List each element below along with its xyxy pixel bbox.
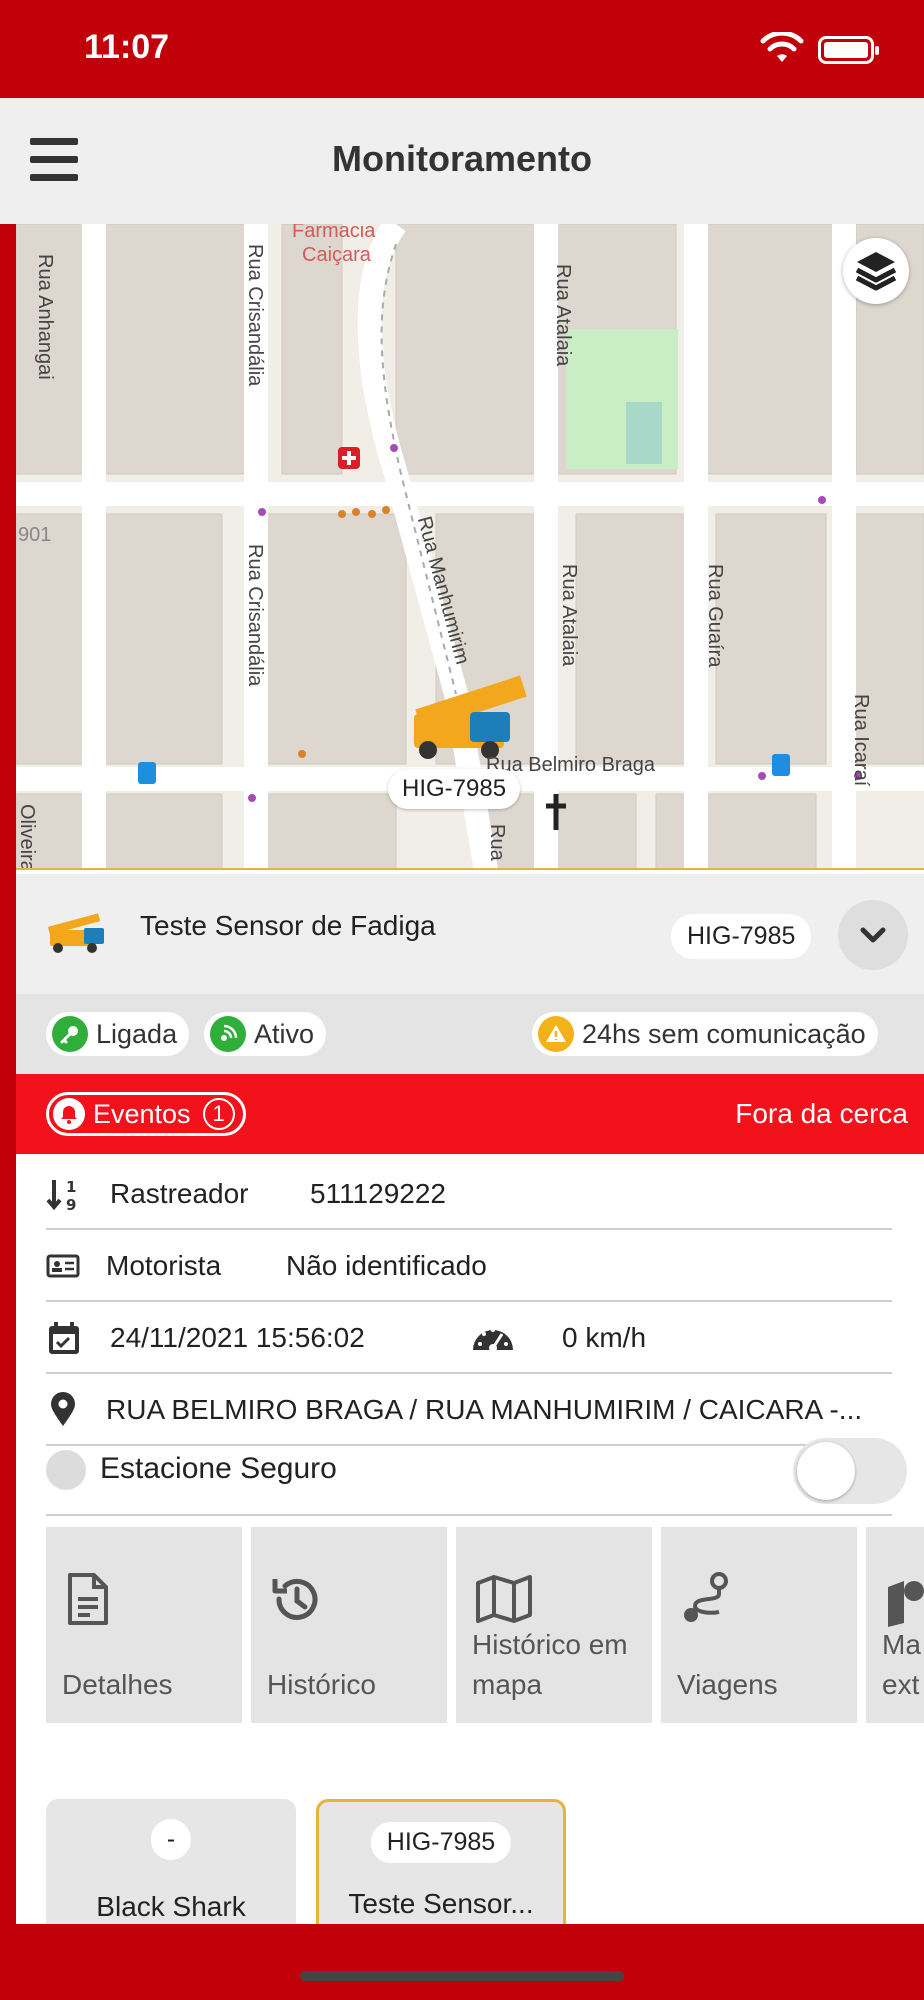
trips-label: Viagens — [677, 1669, 778, 1700]
map-street-label: Rua Crisandália — [244, 544, 266, 687]
bell-icon — [53, 1098, 85, 1130]
layers-icon — [855, 252, 897, 291]
vehicle-card-selected[interactable]: HIG-7985 Teste Sensor... — [316, 1799, 566, 1924]
speed-value: 0 km/h — [562, 1322, 647, 1353]
events-button[interactable]: Eventos 1 — [46, 1092, 246, 1136]
map-marker-icon — [888, 1581, 924, 1627]
expand-button[interactable] — [838, 900, 908, 970]
map-street-label: Rua Atalaia — [552, 264, 574, 367]
events-label: Eventos — [93, 1098, 191, 1129]
signal-icon — [210, 1016, 246, 1052]
map-street-label: Rua Icaraí — [850, 694, 872, 787]
content-panel: Rua Anhangai Rua Crisandália Rua Crisand… — [16, 224, 924, 1924]
events-bar[interactable]: Eventos 1 Fora da cerca — [16, 1074, 924, 1154]
document-icon — [68, 1573, 108, 1625]
vehicle-card[interactable]: - Black Shark — [46, 1799, 296, 1924]
page-title: Monitoramento — [332, 138, 592, 179]
details-label: Detalhes — [62, 1669, 173, 1700]
more-external-button[interactable]: Ma ext — [866, 1527, 924, 1723]
map-plate-tag[interactable]: HIG-7985 — [388, 769, 521, 809]
map-poi-label: Farmacia — [292, 224, 376, 242]
safe-parking-indicator — [46, 1450, 86, 1490]
warning-icon — [538, 1016, 574, 1052]
svg-text:9: 9 — [66, 1196, 76, 1212]
map-street-label: Rua Anhangai — [34, 254, 56, 380]
map-street-label: Oliveira — [16, 804, 38, 870]
status-row: Ligada Ativo 24hs sem comunicação — [16, 994, 924, 1074]
fence-status: Fora da cerca — [735, 1098, 908, 1129]
map-divider — [16, 868, 924, 870]
battery-icon — [818, 36, 879, 64]
history-icon — [272, 1578, 318, 1620]
signal-status-chip: Ativo — [204, 1012, 327, 1056]
tracker-label: Rastreador — [110, 1178, 249, 1209]
map-number-label: 901 — [18, 524, 52, 546]
history-label: Histórico — [267, 1669, 376, 1700]
safe-parking-toggle[interactable] — [793, 1438, 907, 1504]
signal-status-label: Ativo — [254, 1018, 315, 1049]
datetime-speed-row: 24/11/2021 15:56:02 0 km/h — [46, 1302, 892, 1374]
datetime-value: 24/11/2021 15:56:02 — [110, 1322, 365, 1353]
map-icon — [476, 1575, 532, 1623]
map-street-label: Rua — [486, 824, 508, 861]
chevron-down-icon — [860, 927, 886, 943]
history-map-label: Histórico em mapa — [472, 1629, 628, 1700]
map-street-label: Rua Atalaia — [558, 564, 580, 667]
status-bar: 11:07 — [0, 0, 924, 98]
driver-row: Motorista Não identificado — [46, 1230, 892, 1302]
map-poi-label: Caiçara — [302, 244, 371, 266]
map-view[interactable]: Rua Anhangai Rua Crisandália Rua Crisand… — [16, 224, 924, 870]
driver-value: Não identificado — [286, 1250, 487, 1281]
events-count-badge: 1 — [202, 1098, 235, 1130]
trips-button[interactable]: Viagens — [661, 1527, 857, 1723]
map-street-label: Rua Crisandália — [244, 244, 266, 387]
map-street-label: Rua Guaíra — [704, 564, 726, 668]
safe-parking-label: Estacione Seguro — [100, 1452, 337, 1485]
vehicle-cards: - Black Shark HIG-7985 Teste Sensor... — [46, 1799, 924, 1924]
action-tiles: Detalhes Histórico Histórico em mapa Via… — [46, 1527, 924, 1727]
history-button[interactable]: Histórico — [251, 1527, 447, 1723]
safe-parking-row: Estacione Seguro — [46, 1420, 907, 1516]
wifi-icon — [760, 32, 804, 62]
crane-vehicle-icon — [47, 913, 104, 953]
history-map-button[interactable]: Histórico em mapa — [456, 1527, 652, 1723]
tracker-value: 511129222 — [310, 1178, 446, 1209]
route-icon — [684, 1572, 728, 1622]
ignition-status-chip: Ligada — [46, 1012, 190, 1056]
communication-warning-label: 24hs sem comunicação — [582, 1018, 866, 1049]
tracker-row: 1 9 Rastreador 511129222 — [46, 1158, 892, 1230]
driver-label: Motorista — [106, 1250, 222, 1281]
vehicle-card-name: Teste Sensor... — [348, 1888, 534, 1919]
details-button[interactable]: Detalhes — [46, 1527, 242, 1723]
status-time: 11:07 — [84, 28, 170, 66]
id-card-icon — [46, 1254, 80, 1278]
key-icon — [52, 1016, 88, 1052]
svg-text:1: 1 — [66, 1178, 76, 1196]
home-indicator[interactable] — [300, 1971, 624, 1981]
vehicle-card-plate: HIG-7985 — [370, 1822, 512, 1863]
toggle-knob — [797, 1442, 855, 1500]
vehicle-plate: HIG-7985 — [671, 914, 812, 959]
communication-warning-chip: 24hs sem comunicação — [532, 1012, 878, 1056]
vehicle-summary-row[interactable]: Teste Sensor de Fadiga HIG-7985 — [16, 874, 924, 994]
ignition-status-label: Ligada — [96, 1018, 178, 1049]
vehicle-card-plate: - — [150, 1819, 192, 1860]
more-external-label: Ma ext — [882, 1629, 921, 1700]
map-layers-button[interactable] — [843, 238, 909, 304]
speedometer-icon — [473, 1328, 513, 1352]
calendar-icon — [49, 1322, 79, 1354]
sort-numeric-icon: 1 9 — [46, 1178, 76, 1212]
app-header: Monitoramento — [0, 98, 924, 224]
vehicle-card-name: Black Shark — [96, 1891, 246, 1922]
vehicle-name: Teste Sensor de Fadiga — [140, 910, 436, 941]
